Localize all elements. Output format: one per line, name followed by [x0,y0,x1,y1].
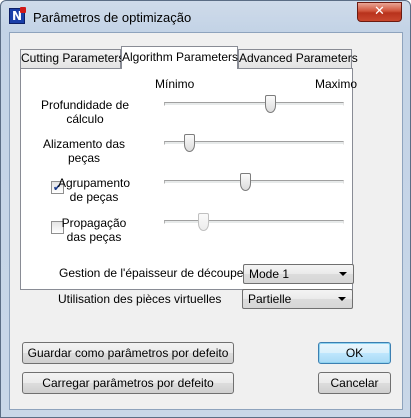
slider-thumb-agrupamento[interactable] [240,173,252,191]
virtual-parts-value: Partielle [248,292,292,306]
slider-label-line2: peças [67,151,101,165]
slider-label-profundidade: Profundidade de cálculo [20,98,150,126]
slider-thumb-profundidade[interactable] [265,95,277,113]
thickness-mode-value: Mode 1 [249,267,290,281]
title-bar[interactable]: N Parâmetros de optimização ✕ [1,1,410,33]
cancel-button[interactable]: Cancelar [318,372,391,394]
slider-label-line2: de peças [69,190,119,204]
chevron-down-icon [338,297,346,301]
virtual-parts-select[interactable]: Partielle [242,289,353,309]
slider-label-agrupamento: Agrupamento de peças [29,176,159,204]
tab-cutting-parameters[interactable]: Cutting Parameters [20,49,124,68]
slider-label-propagacao: Propagação das peças [29,216,159,244]
close-icon: ✕ [374,4,385,19]
tab-advanced-parameters[interactable]: Advanced Parameters [238,49,358,68]
close-button[interactable]: ✕ [357,2,402,22]
slider-label-line2: das peças [66,230,122,244]
dialog-client-area: Cutting Parameters Algorithm Parameters … [9,32,403,410]
slider-track-profundidade[interactable] [164,102,344,106]
slider-thumb-propagacao[interactable] [197,213,209,231]
virtual-parts-label: Utilisation des pièces virtuelles [58,292,222,306]
thickness-mode-label: Gestion de l'épaisseur de découpe [59,266,244,280]
slider-label-line1: Agrupamento [57,176,131,190]
slider-track-propagacao[interactable] [164,220,344,224]
slider-label-line1: Alizamento das [42,137,126,151]
algorithm-parameters-panel: Mínimo Maximo Profundidade de cálculo Al… [19,68,357,290]
slider-label-alizamento: Alizamento das peças [19,137,149,165]
chevron-down-icon [339,272,347,276]
app-logo-icon: N [9,7,26,24]
slider-label-line2: cálculo [66,112,104,126]
save-defaults-button[interactable]: Guardar como parâmetros por defeito [22,342,234,364]
slider-label-line1: Propagação [61,216,127,230]
slider-thumb-alizamento[interactable] [184,134,196,152]
slider-label-line1: Profundidade de [40,98,130,112]
window-title: Parâmetros de optimização [33,10,192,25]
scale-min-label: Mínimo [155,77,195,91]
tab-algorithm-parameters[interactable]: Algorithm Parameters [121,46,238,69]
thickness-mode-select[interactable]: Mode 1 [243,264,354,284]
scale-max-label: Maximo [315,77,358,91]
slider-track-agrupamento[interactable] [164,180,344,184]
ok-button[interactable]: OK [318,342,391,364]
load-defaults-button[interactable]: Carregar parâmetros por defeito [22,372,234,394]
dialog-window: N Parâmetros de optimização ✕ Cutting Pa… [0,0,411,418]
